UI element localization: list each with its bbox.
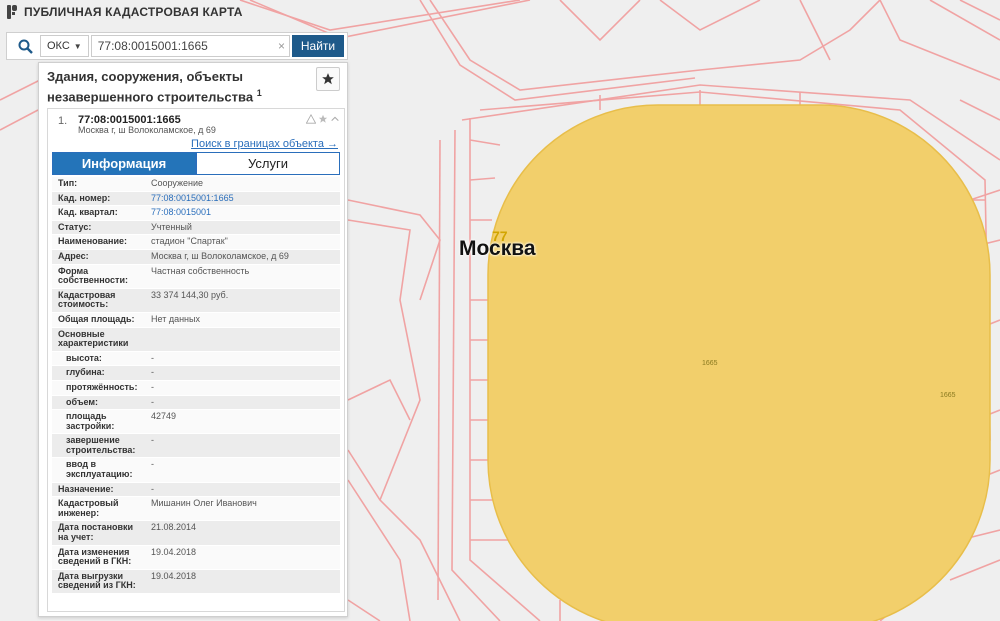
info-row: объем: - [52, 395, 340, 411]
info-value: - [151, 352, 154, 363]
info-value: - [151, 367, 154, 378]
stadium-parcel [487, 104, 991, 621]
info-value [147, 328, 340, 351]
info-value: Москва г, ш Волоколамское, д 69 [151, 250, 289, 261]
info-row: Дата постановки на учет: 21.08.2014 [52, 521, 340, 546]
star-icon [322, 73, 334, 85]
tab-services[interactable]: Услуги [196, 152, 340, 175]
info-label: Кадастровая стоимость: [58, 289, 116, 310]
info-row: Адрес: Москва г, ш Волоколамское, д 69 [52, 249, 340, 265]
results-count: 1 [256, 88, 262, 98]
find-button[interactable]: Найти [292, 35, 344, 57]
panel-title-text: Здания, сооружения, объекты незавершенно… [47, 69, 254, 105]
info-row: глубина: - [52, 366, 340, 381]
info-label: высота: [66, 352, 102, 363]
info-value[interactable]: 77:08:0015001:1665 [147, 192, 340, 206]
card-tabs: Информация Услуги [52, 152, 340, 175]
tab-info[interactable]: Информация [52, 152, 196, 175]
info-value: Сооружение [151, 178, 204, 188]
info-label: объем: [66, 396, 99, 407]
info-row: Форма собственности: Частная собственност… [52, 264, 340, 289]
info-row: Кадастровый инженер: Мишанин Олег Иванови… [52, 497, 340, 522]
info-label: протяжённость: [66, 381, 138, 392]
logo-icon [7, 5, 17, 19]
info-row: Дата выгрузки сведений из ГКН: 19.04.2018 [52, 569, 340, 594]
info-value[interactable]: 77:08:0015001 [147, 206, 340, 220]
info-label: Назначение: [58, 483, 114, 494]
info-value: Мишанин Олег Иванович [151, 498, 257, 509]
chevron-down-icon: ▼ [73, 41, 82, 51]
info-label: Дата выгрузки сведений из ГКН: [58, 570, 136, 591]
info-label: Адрес: [58, 250, 89, 261]
info-value: стадион "Спартак" [151, 236, 228, 247]
info-row: Общая площадь: Нет данных [52, 312, 340, 328]
result-address: Москва г, ш Волоколамское, д 69 [78, 125, 216, 135]
parcel-label: 1665 [940, 392, 956, 399]
info-row: ввод в эксплуатацию: - [52, 458, 340, 483]
info-label: ввод в эксплуатацию: [66, 459, 133, 480]
info-value: 19.04.2018 [151, 570, 197, 581]
panel-title: Здания, сооружения, объекты незавершенно… [47, 69, 297, 105]
info-label: площадь застройки: [66, 411, 115, 431]
info-row: высота: - [52, 351, 340, 367]
info-label: глубина: [66, 367, 105, 378]
collapse-icon[interactable] [330, 114, 340, 124]
info-row: Дата изменения сведений в ГКН: 19.04.2018 [52, 545, 340, 570]
info-label: Статус: [58, 221, 92, 232]
search-input[interactable] [90, 35, 290, 57]
info-label: Кад. квартал: [58, 207, 118, 218]
info-row: Основные характеристики [52, 327, 340, 352]
search-icon[interactable] [10, 35, 40, 57]
info-label: Дата постановки на учет: [58, 522, 134, 543]
warning-icon[interactable] [306, 114, 316, 124]
info-value: Частная собственность [151, 265, 250, 276]
app-header: ПУБЛИЧНАЯ КАДАСТРОВАЯ КАРТА [0, 0, 243, 24]
clear-icon[interactable]: × [278, 39, 285, 53]
info-label: Дата изменения сведений в ГКН: [58, 546, 132, 567]
info-table: Тип: Сооружение Кад. номер: 77:08:0015001:1… [52, 177, 340, 594]
info-value: - [151, 435, 154, 446]
result-card: 1. 77:08:0015001:1665 Москва г, ш Волоко… [47, 108, 345, 612]
info-row: Тип: Сооружение [52, 177, 340, 192]
info-label: Тип: [58, 178, 78, 188]
info-value: - [151, 459, 154, 470]
object-type-value: ОКС [47, 40, 70, 52]
info-label: Основные характеристики [58, 328, 129, 349]
results-panel: Здания, сооружения, объекты незавершенно… [38, 62, 348, 617]
info-row: Кад. номер: 77:08:0015001:1665 [52, 191, 340, 207]
object-type-select[interactable]: ОКС ▼ [40, 35, 89, 57]
info-row: завершение строительства: - [52, 434, 340, 459]
star-icon[interactable] [318, 114, 328, 124]
info-label: Форма собственности: [58, 265, 128, 286]
info-label: Кад. номер: [58, 192, 111, 203]
result-number: 1. [58, 115, 68, 127]
info-value: 33 374 144,30 руб. [151, 289, 229, 300]
info-value: Учтенный [151, 221, 192, 232]
search-bar: ОКС ▼ × Найти [6, 32, 348, 60]
info-label: Общая площадь: [58, 313, 135, 324]
parcel-label: 1665 [702, 360, 718, 367]
info-value: - [151, 381, 154, 392]
info-label: Кадастровый инженер: [58, 498, 119, 518]
search-in-boundary-link[interactable]: Поиск в границах объекта → [191, 138, 338, 150]
info-value: 21.08.2014 [151, 522, 197, 533]
info-row: Наименование: стадион "Спартак" [52, 235, 340, 250]
info-value: - [151, 396, 154, 407]
info-row: Назначение: - [52, 482, 340, 498]
info-row: протяжённость: - [52, 380, 340, 396]
info-value: - [151, 483, 154, 494]
info-row: площадь застройки: 42749 [52, 410, 340, 435]
city-label: Москва [459, 237, 536, 260]
info-value: 19.04.2018 [151, 546, 197, 557]
info-row: Статус: Учтенный [52, 220, 340, 236]
info-row: Кадастровая стоимость: 33 374 144,30 руб. [52, 288, 340, 313]
info-label: Наименование: [58, 236, 128, 247]
card-actions [306, 114, 340, 124]
info-label: завершение строительства: [66, 435, 136, 455]
info-value: Нет данных [151, 313, 200, 324]
favorite-button[interactable] [316, 67, 340, 91]
info-value: 42749 [151, 411, 177, 422]
info-row: Кад. квартал: 77:08:0015001 [52, 206, 340, 221]
app-title: ПУБЛИЧНАЯ КАДАСТРОВАЯ КАРТА [24, 5, 243, 19]
